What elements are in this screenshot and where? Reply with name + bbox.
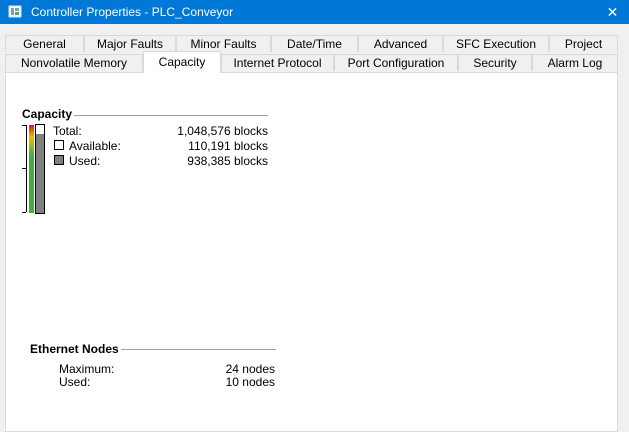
tab-alarm-log[interactable]: Alarm Log	[532, 54, 618, 71]
gauge-scale-axis	[26, 125, 27, 212]
capacity-color-gauge	[29, 125, 34, 213]
used-label: Used:	[69, 154, 101, 168]
available-label: Available:	[69, 139, 121, 153]
gauge-tick-bottom	[22, 212, 26, 213]
gauge-tick-mid	[22, 168, 26, 169]
capacity-usage-bar	[35, 124, 45, 214]
available-value: 110,191 blocks	[188, 139, 268, 153]
title-bar: Controller Properties - PLC_Conveyor ✕	[0, 0, 629, 24]
tab-port-configuration[interactable]: Port Configuration	[334, 54, 458, 71]
window-border-right	[618, 24, 629, 424]
available-legend-swatch	[54, 140, 64, 150]
close-button[interactable]: ✕	[596, 0, 629, 24]
tab-advanced[interactable]: Advanced	[358, 35, 443, 52]
tab-security[interactable]: Security	[458, 54, 532, 71]
total-label: Total:	[53, 124, 82, 138]
used-value: 938,385 blocks	[187, 154, 268, 168]
controller-icon	[8, 5, 22, 18]
capacity-group-title: Capacity	[22, 107, 75, 121]
window-title: Controller Properties - PLC_Conveyor	[31, 5, 234, 19]
capacity-tab-panel: Capacity Total: 1,048,576 blocks Availab…	[5, 72, 618, 432]
tab-capacity[interactable]: Capacity	[143, 51, 221, 73]
tab-project[interactable]: Project	[549, 35, 618, 52]
tab-general[interactable]: General	[5, 35, 84, 52]
ethernet-group-title: Ethernet Nodes	[30, 342, 121, 356]
ethernet-used-value: 10 nodes	[225, 375, 275, 389]
close-icon: ✕	[606, 4, 619, 20]
capacity-usage-bar-fill	[36, 134, 44, 213]
tab-minor-faults[interactable]: Minor Faults	[176, 35, 271, 52]
tab-sfc-execution[interactable]: SFC Execution	[443, 35, 549, 52]
tab-nonvolatile-memory[interactable]: Nonvolatile Memory	[5, 54, 143, 71]
total-value: 1,048,576 blocks	[177, 124, 268, 138]
used-legend-swatch	[54, 155, 64, 165]
tab-date-time[interactable]: Date/Time	[271, 35, 358, 52]
tab-major-faults[interactable]: Major Faults	[84, 35, 176, 52]
ethernet-maximum-value: 24 nodes	[225, 362, 275, 376]
gauge-tick-top	[22, 125, 26, 126]
ethernet-maximum-label: Maximum:	[59, 362, 115, 376]
tab-internet-protocol[interactable]: Internet Protocol	[221, 54, 334, 71]
ethernet-used-label: Used:	[59, 375, 91, 389]
